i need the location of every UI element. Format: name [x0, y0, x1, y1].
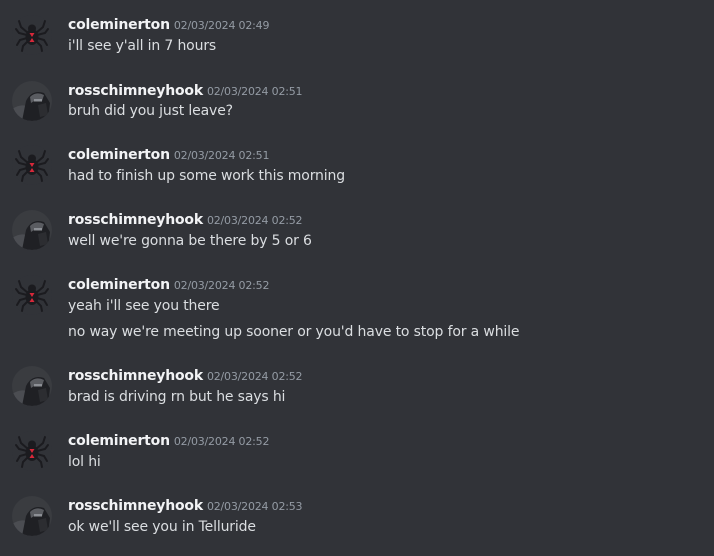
username[interactable]: rosschimneyhook: [68, 368, 203, 384]
armored-figure-icon: [12, 496, 52, 536]
message-text: ok we'll see you in Telluride: [68, 519, 256, 535]
avatar[interactable]: [12, 275, 52, 315]
message-text: no way we're meeting up sooner or you'd …: [68, 324, 520, 340]
username[interactable]: coleminerton: [68, 433, 170, 449]
message-text: yeah i'll see you there: [68, 298, 220, 314]
username[interactable]: coleminerton: [68, 277, 170, 293]
username[interactable]: rosschimneyhook: [68, 212, 203, 228]
message-timestamp: 02/03/2024 02:52: [206, 214, 303, 227]
message-text: brad is driving rn but he says hi: [68, 389, 286, 405]
username[interactable]: rosschimneyhook: [68, 498, 203, 514]
avatar[interactable]: [12, 145, 52, 185]
message-timestamp: 02/03/2024 02:51: [206, 85, 303, 98]
message-timestamp: 02/03/2024 02:52: [173, 435, 270, 448]
message-text: bruh did you just leave?: [68, 103, 233, 119]
message-timestamp: 02/03/2024 02:49: [173, 19, 270, 32]
message-timestamp: 02/03/2024 02:52: [173, 279, 270, 292]
message-timestamp: 02/03/2024 02:51: [173, 149, 270, 162]
message-text: i'll see y'all in 7 hours: [68, 38, 217, 54]
username[interactable]: coleminerton: [68, 17, 170, 33]
username[interactable]: rosschimneyhook: [68, 83, 203, 99]
avatar[interactable]: [12, 431, 52, 471]
message-text: well we're gonna be there by 5 or 6: [68, 233, 312, 249]
message-text: lol hi: [68, 454, 101, 470]
spider-icon: [12, 275, 52, 315]
armored-figure-icon: [12, 81, 52, 121]
avatar[interactable]: [12, 496, 52, 536]
message-timestamp: 02/03/2024 02:52: [206, 370, 303, 383]
chat-message-list: coleminerton 02/03/2024 02:49 i'll see y'…: [0, 0, 714, 556]
message-timestamp: 02/03/2024 02:53: [206, 500, 303, 513]
message-text: had to finish up some work this morning: [68, 168, 345, 184]
avatar[interactable]: [12, 81, 52, 121]
armored-figure-icon: [12, 210, 52, 250]
armored-figure-icon: [12, 366, 52, 406]
spider-icon: [12, 15, 52, 55]
spider-icon: [12, 431, 52, 471]
avatar[interactable]: [12, 15, 52, 55]
avatar[interactable]: [12, 210, 52, 250]
avatar[interactable]: [12, 366, 52, 406]
spider-icon: [12, 145, 52, 185]
username[interactable]: coleminerton: [68, 147, 170, 163]
